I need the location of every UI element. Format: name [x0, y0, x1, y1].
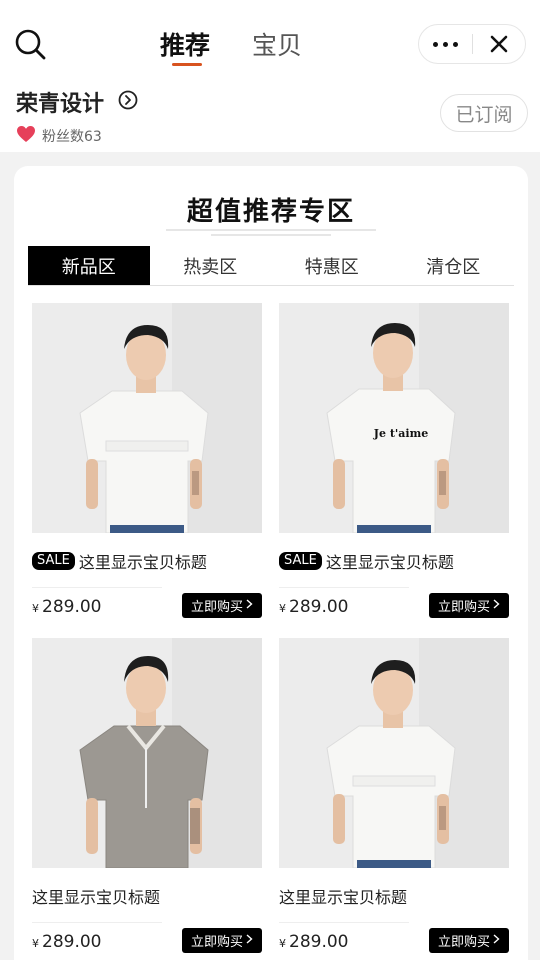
tab-special-offer[interactable]: 特惠区 — [271, 246, 393, 285]
sale-badge: SALE — [279, 552, 322, 570]
currency-symbol: ¥ — [279, 602, 286, 615]
sale-badge: SALE — [32, 552, 75, 570]
subscribe-button[interactable]: 已订阅 — [440, 94, 528, 132]
tab-hot-sale[interactable]: 热卖区 — [150, 246, 272, 285]
divider — [32, 922, 162, 923]
chevron-right-icon — [493, 933, 500, 948]
divider — [32, 587, 162, 588]
buy-now-label: 立即购买 — [437, 935, 490, 950]
shirt-print-text: Je t'aime — [373, 427, 428, 440]
buy-now-label: 立即购买 — [437, 600, 490, 615]
category-tabs: 新品区 热卖区 特惠区 清仓区 — [28, 246, 514, 286]
tab-new-arrivals[interactable]: 新品区 — [28, 246, 150, 285]
buy-now-label: 立即购买 — [190, 600, 243, 615]
tab-recommend[interactable]: 推荐 — [160, 26, 210, 66]
fans-count: 粉丝数63 — [16, 125, 102, 147]
product-image[interactable] — [32, 303, 262, 533]
chevron-right-icon — [246, 933, 253, 948]
price-value: 289.00 — [42, 932, 102, 952]
more-icon[interactable] — [419, 25, 472, 63]
mini-program-capsule — [418, 24, 526, 64]
product-image[interactable]: Je t'aime — [279, 303, 509, 533]
section-title: 超值推荐专区 — [186, 197, 355, 227]
product-image[interactable] — [32, 638, 262, 868]
price-value: 289.00 — [289, 932, 349, 952]
product-title-row: 这里显示宝贝标题 — [279, 884, 407, 908]
product-card[interactable]: 这里显示宝贝标题 ¥ 289.00 立即购买 — [279, 638, 509, 953]
chevron-right-icon — [493, 598, 500, 613]
search-icon[interactable] — [14, 28, 48, 62]
product-title[interactable]: 这里显示宝贝标题 — [279, 884, 407, 908]
buy-now-button[interactable]: 立即购买 — [182, 593, 262, 618]
currency-symbol: ¥ — [32, 602, 39, 615]
buy-now-label: 立即购买 — [190, 935, 243, 950]
decorative-fine-print — [14, 226, 528, 239]
product-image[interactable] — [279, 638, 509, 868]
product-title-row: 这里显示宝贝标题 — [32, 884, 160, 908]
product-card[interactable]: 这里显示宝贝标题 ¥ 289.00 立即购买 — [32, 638, 262, 953]
shop-name[interactable]: 荣青设计 — [16, 86, 104, 118]
tab-clearance[interactable]: 清仓区 — [393, 246, 515, 285]
buy-now-button[interactable]: 立即购买 — [182, 928, 262, 953]
buy-now-button[interactable]: 立即购买 — [429, 928, 509, 953]
price: ¥ 289.00 — [279, 597, 348, 617]
price-value: 289.00 — [42, 597, 102, 617]
currency-symbol: ¥ — [32, 937, 39, 950]
divider — [279, 587, 409, 588]
close-icon[interactable] — [473, 25, 525, 63]
product-card[interactable]: Je t'aime SALE 这里显示宝贝标题 ¥ 289.00 立即购买 — [279, 303, 509, 618]
price: ¥ 289.00 — [32, 597, 101, 617]
price-value: 289.00 — [289, 597, 349, 617]
product-title-row: SALE 这里显示宝贝标题 — [279, 549, 454, 573]
tab-items[interactable]: 宝贝 — [252, 26, 302, 66]
product-title[interactable]: 这里显示宝贝标题 — [32, 884, 160, 908]
product-title[interactable]: 这里显示宝贝标题 — [326, 549, 454, 573]
chevron-right-icon — [246, 598, 253, 613]
buy-now-button[interactable]: 立即购买 — [429, 593, 509, 618]
fans-label: 粉丝数63 — [42, 129, 102, 145]
product-title[interactable]: 这里显示宝贝标题 — [79, 549, 207, 573]
divider — [279, 922, 409, 923]
chevron-right-circle-icon[interactable] — [118, 90, 138, 110]
price: ¥ 289.00 — [32, 932, 101, 952]
product-title-row: SALE 这里显示宝贝标题 — [32, 549, 207, 573]
heart-icon — [16, 125, 36, 147]
header-tabs: 推荐 宝贝 — [160, 26, 302, 66]
price: ¥ 289.00 — [279, 932, 348, 952]
top-bar: 推荐 宝贝 荣青设计 粉丝数63 已订阅 — [0, 0, 540, 152]
product-card[interactable]: SALE 这里显示宝贝标题 ¥ 289.00 立即购买 — [32, 303, 262, 618]
currency-symbol: ¥ — [279, 937, 286, 950]
recommend-panel: 超值推荐专区 新品区 热卖区 特惠区 清仓区 SALE 这里显示宝贝标题 ¥ 2… — [14, 166, 528, 960]
